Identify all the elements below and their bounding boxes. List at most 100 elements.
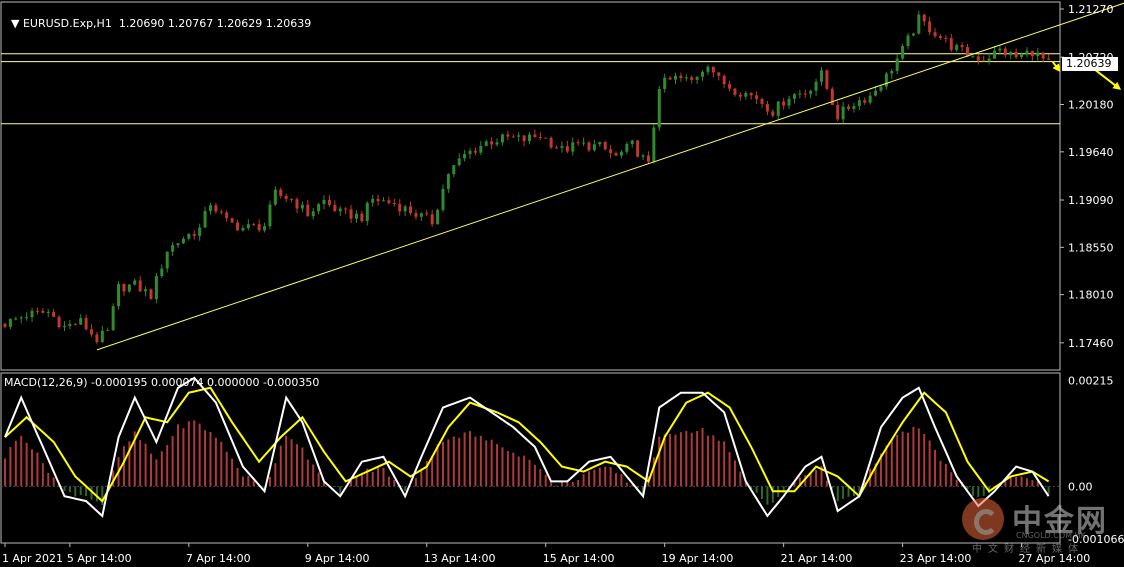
candle-body — [847, 106, 851, 109]
candle-body — [409, 206, 413, 214]
candle-body — [241, 228, 245, 231]
time-tick-label: 9 Apr 14:00 — [305, 552, 370, 565]
candle-body — [127, 284, 131, 292]
candle-body — [214, 205, 218, 212]
candle-body — [425, 213, 429, 215]
candle-body — [587, 142, 591, 151]
candle-body — [290, 198, 294, 200]
candle-body — [949, 38, 953, 50]
candle-body — [884, 73, 888, 87]
symbol-label: EURUSD.Exp,H1 — [22, 17, 112, 30]
candle-body — [52, 311, 56, 317]
time-tick-label: 21 Apr 14:00 — [781, 552, 853, 565]
candle-body — [522, 135, 526, 142]
candle-body — [338, 208, 342, 212]
candle-body — [663, 77, 667, 89]
trendline[interactable] — [96, 0, 1124, 351]
candle-body — [219, 211, 223, 213]
candle-body — [273, 189, 277, 205]
candle-body — [117, 283, 121, 307]
candle-body — [895, 58, 899, 71]
candle-body — [803, 93, 807, 95]
candle-body — [592, 144, 596, 151]
candlestick-series — [3, 10, 1051, 345]
candle-body — [3, 323, 7, 327]
candle-body — [84, 318, 88, 330]
candle-body — [809, 90, 813, 94]
candle-body — [1003, 48, 1007, 56]
candle-body — [944, 37, 948, 39]
candle-body — [446, 174, 450, 189]
candle-body — [490, 141, 494, 145]
candle-body — [176, 243, 180, 246]
time-tick-label: 1 Apr 2021 — [2, 552, 63, 565]
candle-body — [8, 318, 12, 327]
candle-body — [365, 202, 369, 222]
candle-body — [538, 137, 542, 139]
candle-body — [90, 329, 94, 335]
candle-body — [511, 136, 515, 138]
candle-body — [181, 238, 185, 244]
candle-body — [349, 209, 353, 219]
candle-body — [322, 199, 326, 205]
price-tick-label: 1.19090 — [1068, 194, 1114, 207]
candle-body — [874, 90, 878, 96]
candle-body — [382, 200, 386, 202]
time-tick-label: 5 Apr 14:00 — [67, 552, 132, 565]
candle-body — [463, 154, 467, 159]
candle-body — [57, 316, 61, 328]
candle-body — [95, 334, 99, 343]
candle-body — [441, 188, 445, 210]
candle-body — [1025, 50, 1029, 54]
candle-body — [1014, 51, 1018, 58]
dropdown-triangle-icon[interactable]: ▼ — [11, 17, 23, 30]
candle-body — [933, 32, 937, 37]
candle-body — [517, 135, 521, 137]
candle-body — [760, 99, 764, 104]
candle-body — [755, 95, 759, 100]
candle-body — [46, 311, 50, 313]
candle-body — [717, 72, 721, 76]
candle-body — [965, 47, 969, 57]
price-tick-label: 1.21270 — [1068, 3, 1114, 16]
candle-body — [279, 189, 283, 196]
candle-body — [344, 208, 348, 210]
candle-body — [544, 137, 548, 139]
candle-body — [533, 134, 537, 138]
candle-body — [263, 226, 267, 231]
price-tick-label: 1.20180 — [1068, 99, 1114, 112]
candle-body — [306, 204, 310, 217]
candle-body — [652, 127, 656, 162]
candle-body — [62, 326, 66, 328]
candle-body — [149, 289, 153, 300]
candle-body — [106, 330, 110, 332]
time-tick-label: 7 Apr 14:00 — [186, 552, 251, 565]
candle-body — [138, 280, 142, 292]
candle-body — [473, 150, 477, 153]
candle-body — [582, 142, 586, 144]
price-tick-label: 1.18010 — [1068, 289, 1114, 302]
candle-body — [333, 204, 337, 212]
candle-body — [728, 84, 732, 89]
price-levels — [1, 53, 1060, 125]
chart-canvas[interactable]: 1.212701.207201.201801.196401.190901.185… — [0, 0, 1124, 567]
candle-body — [976, 56, 980, 61]
candle-body — [311, 211, 315, 217]
candle-body — [609, 149, 613, 154]
candle-body — [208, 205, 212, 211]
candle-body — [398, 203, 402, 212]
candle-body — [133, 280, 137, 285]
candle-body — [890, 70, 894, 74]
candle-body — [1041, 52, 1045, 59]
brand-logo-icon — [962, 498, 1004, 540]
candle-body — [657, 88, 661, 128]
candle-body — [706, 66, 710, 72]
candle-body — [911, 33, 915, 36]
candle-body — [436, 209, 440, 225]
candle-body — [154, 276, 158, 300]
candle-body — [73, 324, 77, 326]
candle-body — [630, 140, 634, 145]
candle-body — [246, 224, 250, 229]
candle-body — [160, 268, 164, 277]
candle-body — [111, 306, 115, 331]
